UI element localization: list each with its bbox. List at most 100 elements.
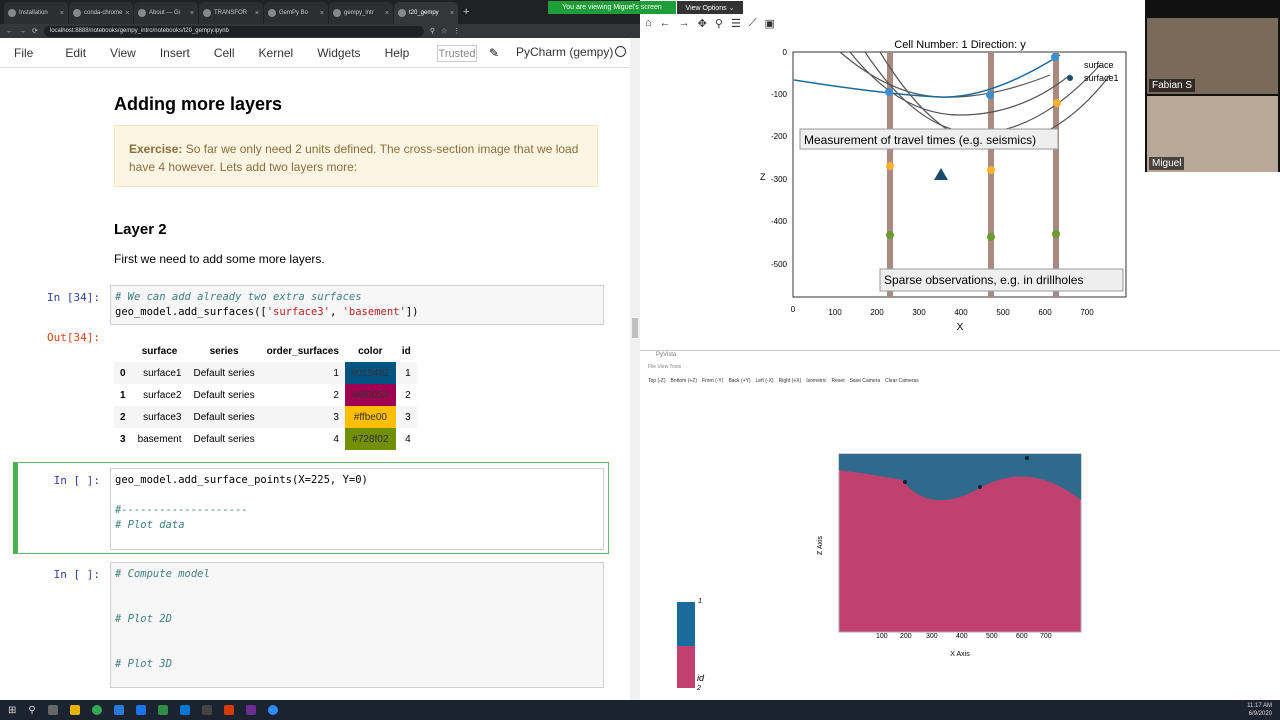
close-icon[interactable]: × [320,10,324,17]
zoom-icon[interactable]: ⚲ [715,17,723,31]
favicon-icon [398,9,406,17]
cell-order: 4 [333,433,339,445]
menu-kernel[interactable]: Kernel [249,46,308,60]
close-icon[interactable]: × [255,10,259,17]
cell-order: 3 [333,411,339,423]
task-view-icon[interactable] [47,705,58,715]
menu-cell[interactable]: Cell [204,46,249,60]
clear-cameras-button[interactable]: Clear Cameras [885,378,919,384]
code-cell-next[interactable]: # Compute model # Plot 2D # Plot 3D [110,562,604,688]
row-index: 3 [120,433,126,445]
close-icon[interactable]: × [190,10,194,17]
search-icon[interactable]: ⚲ [28,705,35,716]
x-tick-label: 300 [912,308,926,317]
favicon-icon [73,9,81,17]
forward-icon[interactable]: → [679,17,690,31]
surface-point [886,162,894,170]
windows-start-icon[interactable]: ⊞ [8,705,16,716]
view-bottom-button[interactable]: Bottom (+Z) [671,378,698,384]
column-header: order_surfaces [266,345,339,357]
app-icon[interactable] [113,705,124,715]
tab-title: TRANSFOR [214,10,247,16]
surfaces-table: surface series order_surfaces color id 0… [114,340,417,450]
pencil-icon[interactable]: ✎ [489,46,499,60]
close-icon[interactable]: × [125,10,129,17]
forward-icon[interactable]: → [19,28,26,35]
code-cell-34[interactable]: # We can add already two extra surfaces … [110,285,604,325]
pyvista-render: 100 200 300 400 500 600 700 X Axis Z Axi… [677,453,1082,692]
menu-widgets[interactable]: Widgets [307,46,374,60]
surface-point [987,166,995,174]
reload-icon[interactable]: ⟳ [32,27,38,35]
app-icon[interactable] [135,705,146,715]
file-explorer-icon[interactable] [69,705,80,715]
search-icon[interactable]: ⚲ [430,27,435,35]
pyvista-toolbar: Top (-Z) Bottom (+Z) Front (-Y) Back (+Y… [648,378,919,384]
view-right-button[interactable]: Right (+X) [779,378,802,384]
star-icon[interactable]: ☆ [441,27,447,35]
code-comment: # Plot data [115,519,185,531]
surface-point [978,485,982,489]
notebook-scrollbar[interactable] [630,38,640,700]
isometric-button[interactable]: Isometric [806,378,826,384]
pan-icon[interactable]: ✥ [698,17,707,31]
close-icon[interactable]: × [385,10,389,17]
browser-tab[interactable]: conda-chrome × [69,2,133,24]
save-icon[interactable]: ▣ [765,17,775,31]
view-back-button[interactable]: Back (+Y) [728,378,750,384]
view-front-button[interactable]: Front (-Y) [702,378,723,384]
clock-date: 6/9/2020 [1248,711,1272,717]
favicon-icon [333,9,341,17]
trusted-indicator[interactable]: Trusted [437,45,477,62]
close-icon[interactable]: × [450,10,454,17]
tab-title: conda-chrome [84,10,123,16]
browser-tab[interactable]: Installation × [4,2,68,24]
clock[interactable]: 11:17 AM 6/9/2020 [1247,702,1272,718]
home-icon[interactable]: ⌂ [645,17,652,31]
view-options-button[interactable]: View Options ⌄ [677,1,743,14]
reset-button[interactable]: Reset [832,378,845,384]
view-left-button[interactable]: Left (-X) [756,378,774,384]
browser-tab[interactable]: GemPy Bo × [264,2,328,24]
colorbar-label: id [697,673,705,683]
code-text: ]) [405,306,419,318]
menu-insert[interactable]: Insert [150,46,204,60]
app-icon[interactable] [245,705,256,715]
app-icon[interactable] [201,705,212,715]
app-icon[interactable] [223,705,234,715]
extensions-icon[interactable]: ⋮ [453,27,460,35]
scrollbar-thumb[interactable] [632,318,638,338]
taskbar: ⊞ ⚲ 11:17 AM 6/9/2020 [0,700,1280,720]
menu-help[interactable]: Help [375,46,424,60]
code-cell-active[interactable]: geo_model.add_surface_points(X=225, Y=0)… [110,468,604,550]
back-icon[interactable]: ← [660,17,671,31]
menu-view[interactable]: View [100,46,150,60]
url-field[interactable]: localhost:8888/notebooks/gempy_intro/not… [43,25,424,37]
configure-icon[interactable]: ☰ [731,17,741,31]
browser-tab[interactable]: TRANSFOR × [199,2,263,24]
close-icon[interactable]: × [60,10,64,17]
browser-tab[interactable]: About — Gi × [134,2,198,24]
browser-tab-active[interactable]: t20_gempy × [394,2,458,24]
new-tab-icon[interactable]: + [463,6,469,18]
cell-surface: basement [137,433,182,445]
table-row: 1 surface2 Default series 2 #9f0052 2 [114,384,417,406]
view-top-button[interactable]: Top (-Z) [648,378,666,384]
chrome-icon[interactable] [91,705,102,715]
app-icon[interactable] [157,705,168,715]
surface-point [1053,99,1061,107]
back-icon[interactable]: ← [6,28,13,35]
surface-point [986,91,994,99]
save-camera-button[interactable]: Save Camera [850,378,881,384]
video-tile: Miguel [1147,96,1278,172]
browser-tab[interactable]: gempy_intr × [329,2,393,24]
y-tick-label: -500 [771,260,788,269]
zoom-app-icon[interactable] [267,705,278,715]
clock-time: 11:17 AM [1247,703,1272,709]
pyvista-menu[interactable]: File View Tools [648,364,681,370]
edit-curve-icon[interactable]: ⟋ [749,17,757,31]
menu-edit[interactable]: Edit [47,46,100,60]
menu-file[interactable]: File [0,46,47,60]
app-icon[interactable] [179,705,190,715]
code-comment: # Compute model [115,568,210,580]
